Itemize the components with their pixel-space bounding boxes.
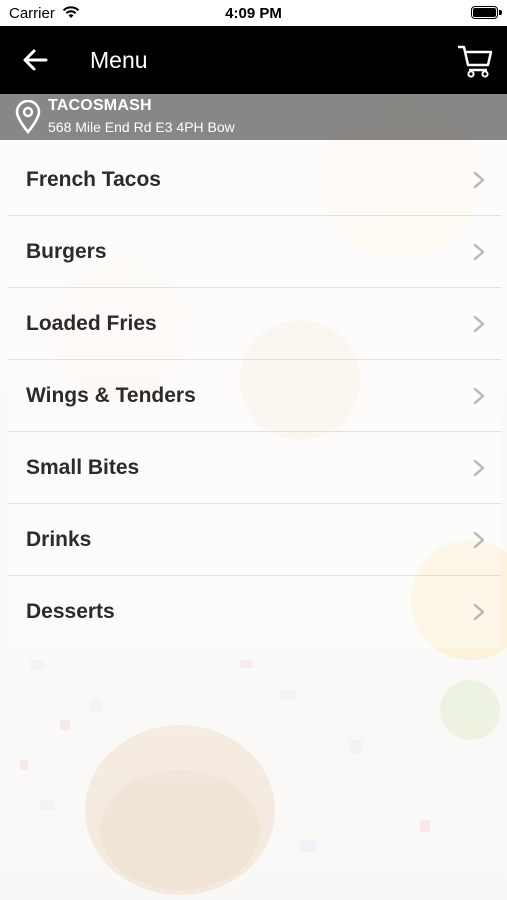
location-pin-icon xyxy=(15,100,41,134)
chevron-right-icon xyxy=(473,171,485,189)
chevron-right-icon xyxy=(473,387,485,405)
menu-item-label: Drinks xyxy=(26,528,92,551)
chevron-right-icon xyxy=(473,243,485,261)
shopping-cart-icon[interactable] xyxy=(455,40,495,80)
page-title: Menu xyxy=(90,47,148,73)
store-address: 568 Mile End Rd E3 4PH Bow xyxy=(48,119,235,135)
store-name: TACOSMASH xyxy=(48,97,152,114)
store-location-banner[interactable]: TACOSMASH 568 Mile End Rd E3 4PH Bow xyxy=(0,94,507,140)
menu-item-label: Burgers xyxy=(26,240,107,263)
battery-tip xyxy=(499,10,502,15)
battery-icon xyxy=(471,6,498,19)
menu-item-loaded-fries[interactable]: Loaded Fries xyxy=(8,288,501,360)
menu-item-label: Small Bites xyxy=(26,456,140,479)
chevron-right-icon xyxy=(473,315,485,333)
menu-item-burgers[interactable]: Burgers xyxy=(8,216,501,288)
menu-item-wings-tenders[interactable]: Wings & Tenders xyxy=(8,360,501,432)
status-bar: Carrier 4:09 PM xyxy=(0,0,507,26)
chevron-right-icon xyxy=(473,459,485,477)
menu-item-label: Desserts xyxy=(26,600,115,623)
menu-item-french-tacos[interactable]: French Tacos xyxy=(8,144,501,216)
navigation-bar: Menu xyxy=(0,26,507,94)
menu-item-desserts[interactable]: Desserts xyxy=(8,576,501,648)
chevron-right-icon xyxy=(473,531,485,549)
menu-item-label: Wings & Tenders xyxy=(26,384,196,407)
menu-category-list: French Tacos Burgers Loaded Fries Wings … xyxy=(8,144,501,648)
clock-time: 4:09 PM xyxy=(225,5,282,22)
menu-item-small-bites[interactable]: Small Bites xyxy=(8,432,501,504)
menu-item-label: Loaded Fries xyxy=(26,312,157,335)
chevron-right-icon xyxy=(473,603,485,621)
back-arrow-icon[interactable] xyxy=(18,44,52,76)
menu-item-label: French Tacos xyxy=(26,168,161,191)
menu-item-drinks[interactable]: Drinks xyxy=(8,504,501,576)
